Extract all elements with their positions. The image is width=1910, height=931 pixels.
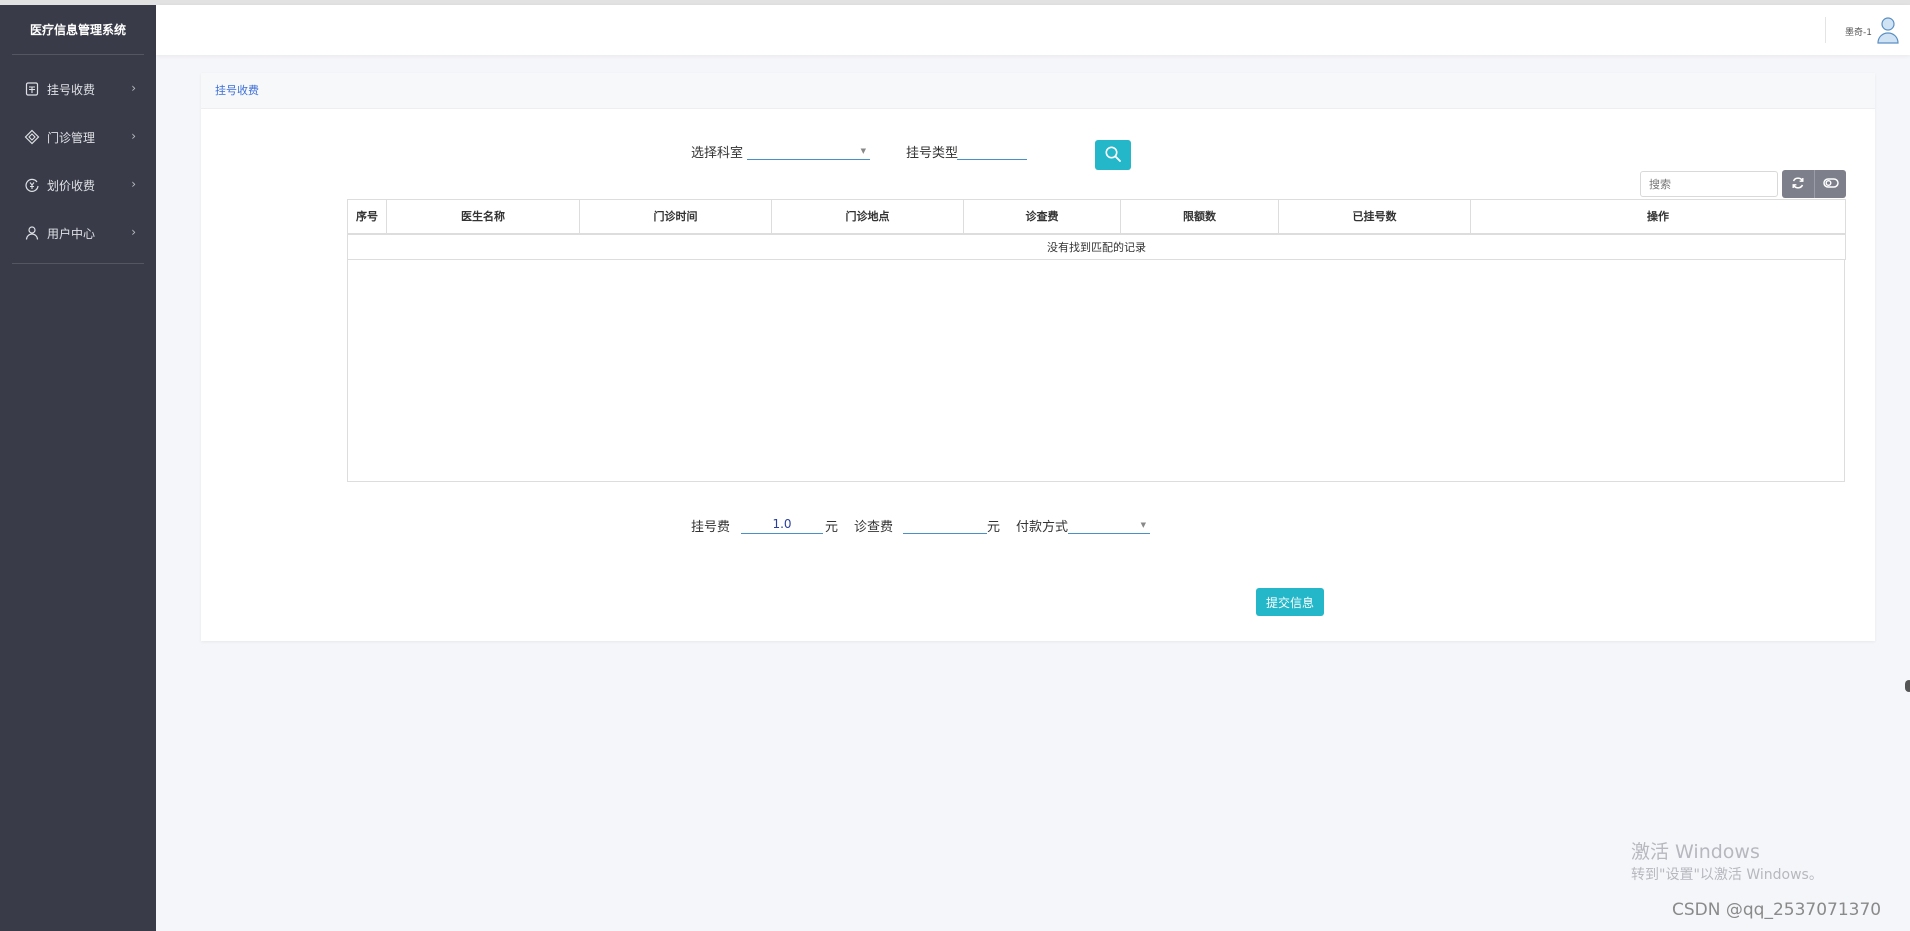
column-header[interactable]: 序号 [347,199,387,235]
chevron-right-icon: › [131,177,136,191]
refresh-button[interactable] [1782,170,1814,198]
nav-divider [12,263,144,264]
edge-handle [1905,680,1910,692]
search-button[interactable] [1095,140,1131,170]
department-label: 选择科室 [691,146,744,161]
sidebar-item-label: 门诊管理 [47,130,96,145]
empty-message: 没有找到匹配的记录 [347,233,1846,260]
column-header[interactable]: 门诊时间 [579,199,772,235]
column-header[interactable]: 医生名称 [386,199,580,235]
toggle-view-button[interactable] [1814,170,1846,198]
app-title: 医疗信息管理系统 [12,5,144,55]
reg-fee-unit: 元 [825,520,839,535]
reg-type-input[interactable] [957,140,1027,160]
csdn-watermark: CSDN @qq_2537071370 [1672,900,1882,920]
table-body-area [347,260,1845,482]
caret-down-icon: ▼ [1140,521,1146,529]
exam-fee-unit: 元 [987,520,1001,535]
department-select[interactable]: ▼ [747,140,870,160]
refresh-icon [1791,176,1805,193]
sidebar-item-outpatient[interactable]: 门诊管理 › [0,113,156,161]
user-icon [24,225,40,241]
sidebar: 医疗信息管理系统 挂号收费 › 门诊管理 › 划价收费 › 用户中心 › [0,5,156,931]
sidebar-item-register-fee[interactable]: 挂号收费 › [0,65,156,113]
windows-activation-sub: 转到"设置"以激活 Windows。 [1631,867,1823,883]
column-header[interactable]: 诊查费 [963,199,1121,235]
pricing-icon [24,177,40,193]
avatar[interactable] [1876,16,1900,44]
table-search-input[interactable] [1640,171,1778,197]
column-header[interactable]: 限额数 [1120,199,1279,235]
sidebar-item-pricing[interactable]: 划价收费 › [0,161,156,209]
sidebar-item-user-center[interactable]: 用户中心 › [0,209,156,257]
submit-button[interactable]: 提交信息 [1256,588,1324,616]
chevron-right-icon: › [131,225,136,239]
sidebar-nav: 挂号收费 › 门诊管理 › 划价收费 › 用户中心 › [0,55,156,264]
reg-fee-label: 挂号费 [691,520,731,535]
user-name[interactable]: 墨奇-1 [1845,25,1872,38]
reg-type-label: 挂号类型 [906,146,959,161]
chevron-right-icon: › [131,129,136,143]
payment-label: 付款方式 [1016,520,1069,535]
caret-down-icon: ▼ [860,147,866,155]
empty-row: 没有找到匹配的记录 [347,233,1846,260]
data-table: 序号 医生名称 门诊时间 门诊地点 诊查费 限额数 已挂号数 操作 没有找到匹配… [347,199,1846,260]
exam-fee-input[interactable] [903,514,987,534]
sidebar-item-label: 挂号收费 [47,82,96,97]
payment-select[interactable]: ▼ [1068,514,1150,534]
sidebar-item-label: 用户中心 [47,226,96,241]
chevron-right-icon: › [131,81,136,95]
main-panel: 挂号收费 选择科室 ▼ 挂号类型 搜索 序号 医生名称 门诊时间 门诊地点 诊查… [201,73,1875,641]
search-icon [1104,145,1122,166]
reg-fee-input[interactable]: 1.0 [741,514,823,534]
column-header[interactable]: 操作 [1470,199,1846,235]
top-header: 墨奇-1 [156,5,1910,55]
table-toolbar [1782,170,1846,198]
column-header[interactable]: 门诊地点 [771,199,964,235]
toggle-icon [1822,177,1839,192]
diamond-icon [24,129,40,145]
sidebar-item-label: 划价收费 [47,178,96,193]
exam-fee-label: 诊查费 [854,520,894,535]
column-header[interactable]: 已挂号数 [1278,199,1471,235]
panel-title: 挂号收费 [201,73,1875,109]
table-header-row: 序号 医生名称 门诊时间 门诊地点 诊查费 限额数 已挂号数 操作 [347,199,1846,235]
windows-activation-title: 激活 Windows [1631,841,1760,863]
data-table-wrap: 序号 医生名称 门诊时间 门诊地点 诊查费 限额数 已挂号数 操作 没有找到匹配… [347,199,1846,482]
header-divider [1825,17,1826,43]
register-fee-icon [24,81,40,97]
